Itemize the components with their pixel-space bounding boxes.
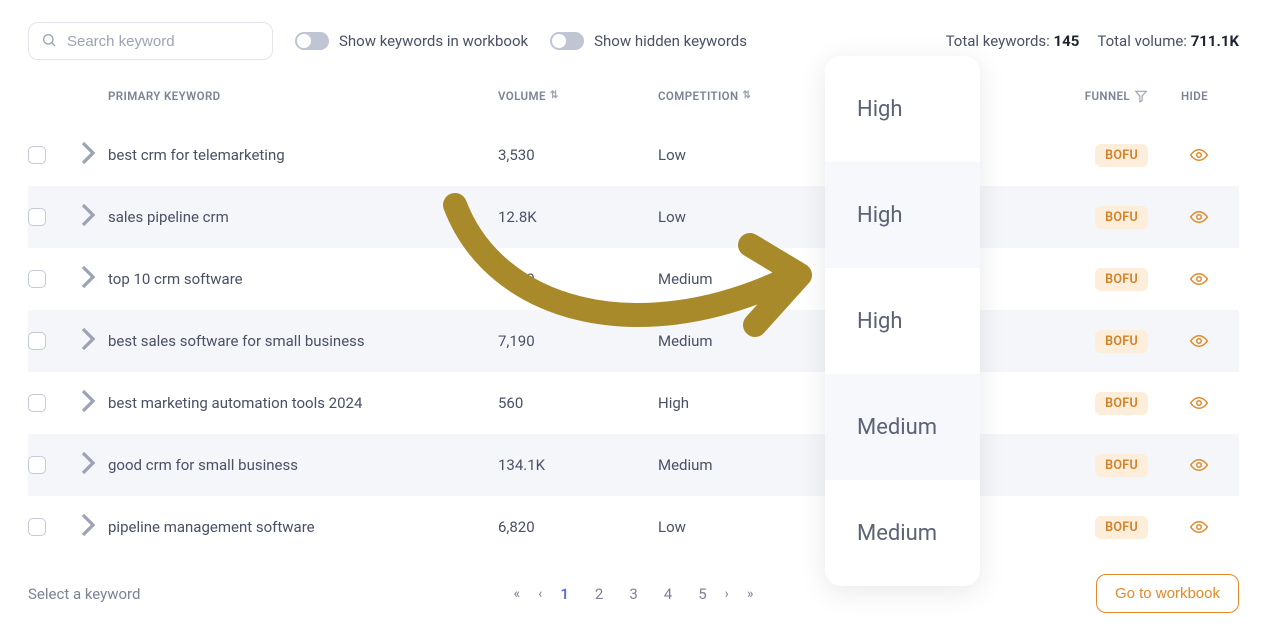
popover-item[interactable]: Medium: [825, 374, 980, 480]
table-row: top 10 crm software 4,840 Medium BOFU: [28, 248, 1239, 310]
pager-page[interactable]: 2: [595, 585, 603, 603]
pager-first[interactable]: «: [514, 586, 521, 602]
filter-icon: [1134, 89, 1148, 103]
volume-cell: 4,840: [498, 270, 658, 288]
volume-cell: 7,190: [498, 332, 658, 350]
eye-icon[interactable]: [1190, 394, 1208, 412]
volume-cell: 12.8K: [498, 208, 658, 226]
pager-last[interactable]: »: [747, 586, 754, 602]
keyword-cell: sales pipeline crm: [108, 208, 498, 226]
toggle-label: Show hidden keywords: [594, 32, 747, 50]
eye-icon[interactable]: [1190, 332, 1208, 350]
funnel-badge: BOFU: [1095, 516, 1148, 539]
table-row: good crm for small business 134.1K Mediu…: [28, 434, 1239, 496]
pager-page[interactable]: 4: [664, 585, 672, 603]
total-keywords-label: Total keywords:: [946, 32, 1050, 50]
row-checkbox[interactable]: [28, 208, 46, 226]
pagination: « ‹ 1 2 3 4 5 › »: [514, 585, 754, 603]
toggle-switch-icon: [295, 32, 329, 50]
row-checkbox[interactable]: [28, 332, 46, 350]
competition-popover: HighHighHighMediumMedium: [825, 56, 980, 586]
row-checkbox[interactable]: [28, 394, 46, 412]
funnel-badge: BOFU: [1095, 268, 1148, 291]
funnel-badge: BOFU: [1095, 392, 1148, 415]
table-row: best crm for telemarketing 3,530 Low BOF…: [28, 124, 1239, 186]
chevron-right-icon[interactable]: [68, 469, 108, 487]
eye-icon[interactable]: [1190, 456, 1208, 474]
row-checkbox[interactable]: [28, 146, 46, 164]
row-checkbox[interactable]: [28, 518, 46, 536]
go-to-workbook-button[interactable]: Go to workbook: [1096, 574, 1239, 613]
col-funnel[interactable]: FUNNEL: [1008, 89, 1148, 103]
popover-item[interactable]: High: [825, 56, 980, 162]
chevron-right-icon[interactable]: [68, 531, 108, 549]
row-checkbox[interactable]: [28, 270, 46, 288]
chevron-right-icon[interactable]: [68, 407, 108, 425]
popover-item[interactable]: High: [825, 268, 980, 374]
popover-item[interactable]: High: [825, 162, 980, 268]
keyword-cell: best crm for telemarketing: [108, 146, 498, 164]
col-volume[interactable]: VOLUME ⇅: [498, 89, 658, 103]
col-primary-keyword[interactable]: PRIMARY KEYWORD: [108, 89, 498, 103]
total-volume: Total volume: 711.1K: [1097, 32, 1239, 50]
select-hint: Select a keyword: [28, 585, 140, 603]
pager-page[interactable]: 3: [629, 585, 637, 603]
col-hide: HIDE: [1148, 89, 1208, 103]
chevron-right-icon[interactable]: [68, 345, 108, 363]
pager-next[interactable]: ›: [725, 586, 729, 602]
eye-icon[interactable]: [1190, 270, 1208, 288]
table-row: pipeline management software 6,820 Low B…: [28, 496, 1239, 558]
funnel-badge: BOFU: [1095, 144, 1148, 167]
table-header: PRIMARY KEYWORD VOLUME ⇅ COMPETITION ⇅ F…: [28, 68, 1239, 124]
keyword-cell: best marketing automation tools 2024: [108, 394, 498, 412]
search-input[interactable]: [65, 32, 260, 51]
search-input-wrap: [28, 22, 273, 60]
toggle-label: Show keywords in workbook: [339, 32, 528, 50]
table-row: sales pipeline crm 12.8K Low BOFU: [28, 186, 1239, 248]
volume-cell: 3,530: [498, 146, 658, 164]
search-icon: [41, 32, 57, 50]
volume-cell: 134.1K: [498, 456, 658, 474]
chevron-right-icon[interactable]: [68, 159, 108, 177]
chevron-right-icon[interactable]: [68, 221, 108, 239]
toggle-show-hidden[interactable]: Show hidden keywords: [550, 32, 747, 50]
keyword-table: PRIMARY KEYWORD VOLUME ⇅ COMPETITION ⇅ F…: [28, 68, 1239, 558]
eye-icon[interactable]: [1190, 518, 1208, 536]
pager-page[interactable]: 1: [560, 585, 569, 603]
table-row: best marketing automation tools 2024 560…: [28, 372, 1239, 434]
pager-prev[interactable]: ‹: [538, 586, 542, 602]
total-volume-label: Total volume:: [1097, 32, 1187, 50]
funnel-badge: BOFU: [1095, 330, 1148, 353]
funnel-badge: BOFU: [1095, 454, 1148, 477]
pager-page[interactable]: 5: [698, 585, 706, 603]
popover-item[interactable]: Medium: [825, 480, 980, 586]
keyword-cell: good crm for small business: [108, 456, 498, 474]
toggle-switch-icon: [550, 32, 584, 50]
keyword-cell: top 10 crm software: [108, 270, 498, 288]
eye-icon[interactable]: [1190, 208, 1208, 226]
chevron-right-icon[interactable]: [68, 283, 108, 301]
toggle-show-workbook[interactable]: Show keywords in workbook: [295, 32, 528, 50]
eye-icon[interactable]: [1190, 146, 1208, 164]
sort-icon: ⇅: [743, 91, 752, 101]
keyword-cell: pipeline management software: [108, 518, 498, 536]
footer: Select a keyword « ‹ 1 2 3 4 5 › » Go to wor…: [28, 574, 1239, 613]
total-keywords: Total keywords: 145: [946, 32, 1080, 50]
total-volume-value: 711.1K: [1191, 32, 1239, 50]
total-keywords-value: 145: [1054, 32, 1080, 50]
funnel-badge: BOFU: [1095, 206, 1148, 229]
volume-cell: 560: [498, 394, 658, 412]
sort-icon: ⇅: [550, 91, 559, 101]
table-row: best sales software for small business 7…: [28, 310, 1239, 372]
volume-cell: 6,820: [498, 518, 658, 536]
keyword-cell: best sales software for small business: [108, 332, 498, 350]
stats: Total keywords: 145 Total volume: 711.1K: [946, 32, 1239, 50]
topbar: Show keywords in workbook Show hidden ke…: [0, 0, 1267, 68]
row-checkbox[interactable]: [28, 456, 46, 474]
